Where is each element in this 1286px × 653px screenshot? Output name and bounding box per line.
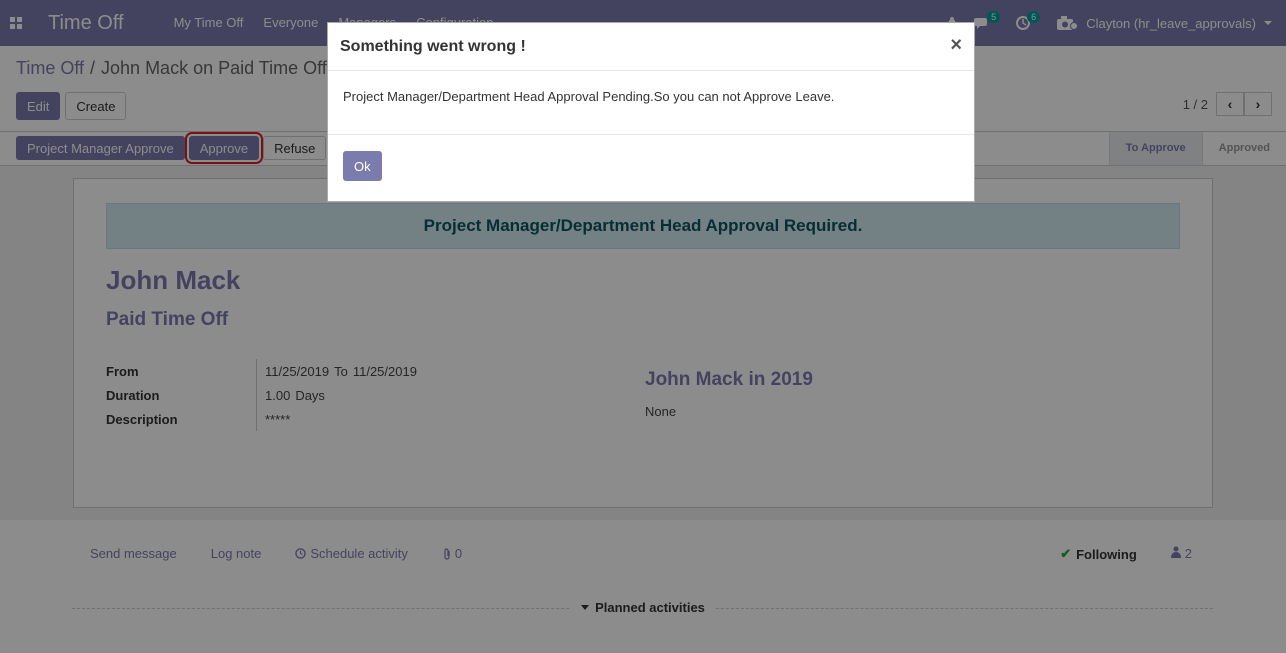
ok-button[interactable]: Ok — [343, 151, 382, 181]
dialog-footer: Ok — [328, 135, 974, 197]
dialog-header: Something went wrong ! × — [328, 23, 974, 71]
error-dialog: Something went wrong ! × Project Manager… — [327, 22, 975, 202]
dialog-message: Project Manager/Department Head Approval… — [328, 71, 974, 135]
dialog-title: Something went wrong ! — [340, 37, 526, 55]
close-icon[interactable]: × — [950, 34, 962, 57]
